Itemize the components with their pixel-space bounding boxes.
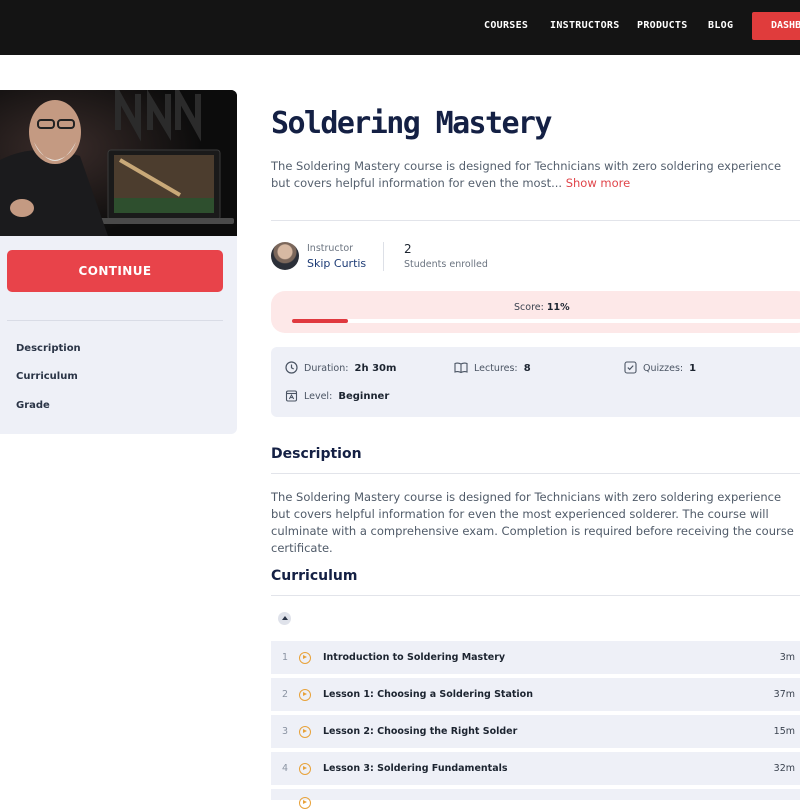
course-title: Soldering Mastery (271, 106, 552, 141)
lesson-duration: 32m (773, 763, 795, 774)
lesson-number: 4 (282, 763, 289, 774)
score-progress-track (292, 319, 800, 323)
nav-link-products[interactable]: PRODUCTS (637, 20, 688, 31)
curriculum-heading: Curriculum (271, 568, 358, 584)
score-text: Score: 11% (514, 302, 570, 313)
curriculum-row-partial[interactable] (271, 789, 800, 809)
book-icon (454, 362, 468, 374)
duration-value: 2h 30m (354, 363, 397, 374)
lesson-title: Introduction to Soldering Mastery (323, 652, 506, 663)
lesson-duration: 15m (773, 726, 795, 737)
lesson-title: Lesson 1: Choosing a Soldering Station (323, 689, 533, 700)
lesson-title: Lesson 3: Soldering Fundamentals (323, 763, 508, 774)
lectures-value: 8 (523, 363, 531, 374)
description-divider (271, 473, 800, 474)
lectures-info: Lectures: 8 (454, 361, 531, 374)
nav-link-courses[interactable]: COURSES (484, 20, 528, 31)
curriculum-row[interactable]: 2 Lesson 1: Choosing a Soldering Station… (271, 678, 800, 711)
instructor-name-link[interactable]: Skip Curtis (307, 257, 366, 270)
lesson-duration: 3m (779, 652, 795, 663)
course-intro: The Soldering Mastery course is designed… (271, 158, 791, 192)
instructor-avatar[interactable] (271, 242, 299, 270)
level-label: Level: (304, 391, 333, 402)
quizzes-value: 1 (689, 363, 697, 374)
enrolled-label: Students enrolled (404, 259, 488, 270)
quizzes-label: Quizzes: (643, 363, 684, 374)
play-circle-icon (299, 763, 311, 775)
curriculum-row[interactable]: 4 Lesson 3: Soldering Fundamentals 32m (271, 752, 800, 785)
dashboard-button[interactable]: DASHBOARD (752, 12, 800, 40)
top-nav-bar: COURSES INSTRUCTORS PRODUCTS BLOG DASHBO… (0, 0, 800, 55)
show-more-link[interactable]: Show more (566, 176, 630, 190)
curriculum-row[interactable]: 1 Introduction to Soldering Mastery 3m (271, 641, 800, 674)
instructor-label: Instructor (307, 243, 354, 254)
meta-separator (383, 242, 384, 271)
collapse-section-button[interactable] (278, 612, 291, 625)
course-intro-text: The Soldering Mastery course is designed… (271, 159, 782, 190)
course-video-thumbnail[interactable] (0, 90, 237, 236)
score-progress-fill (292, 319, 348, 323)
enrolled-count: 2 (404, 242, 412, 256)
header-divider (271, 220, 800, 221)
curriculum-divider (271, 595, 800, 596)
score-label: Score: (514, 302, 544, 313)
nav-link-blog[interactable]: BLOG (708, 20, 733, 31)
level-info: Level: Beginner (285, 389, 389, 402)
lesson-number: 3 (282, 726, 289, 737)
quiz-check-icon (624, 361, 637, 374)
clock-icon (285, 361, 298, 374)
score-panel: Score: 11% (271, 291, 800, 333)
lesson-number: 2 (282, 689, 289, 700)
play-circle-icon (299, 726, 311, 738)
description-heading: Description (271, 446, 362, 462)
duration-info: Duration: 2h 30m (285, 361, 396, 374)
sidebar-item-grade[interactable]: Grade (16, 400, 50, 411)
lesson-duration: 37m (773, 689, 795, 700)
play-circle-icon (299, 652, 311, 664)
lectures-label: Lectures: (474, 363, 518, 374)
quizzes-info: Quizzes: 1 (624, 361, 696, 374)
duration-label: Duration: (304, 363, 349, 374)
curriculum-row[interactable]: 3 Lesson 2: Choosing the Right Solder 15… (271, 715, 800, 748)
score-value: 11% (546, 302, 570, 313)
continue-button[interactable]: CONTINUE (7, 250, 223, 292)
course-sidebar: CONTINUE Description Curriculum Grade (0, 90, 237, 434)
instructor-video-image (0, 90, 237, 236)
level-icon (285, 390, 298, 402)
lesson-number: 1 (282, 652, 289, 663)
nav-link-instructors[interactable]: INSTRUCTORS (550, 20, 620, 31)
play-circle-icon (299, 797, 311, 809)
lesson-title: Lesson 2: Choosing the Right Solder (323, 726, 518, 737)
sidebar-divider (7, 320, 223, 321)
sidebar-item-curriculum[interactable]: Curriculum (16, 371, 78, 382)
play-circle-icon (299, 689, 311, 701)
description-text: The Soldering Mastery course is designed… (271, 490, 794, 555)
sidebar-item-description[interactable]: Description (16, 343, 81, 354)
level-value: Beginner (338, 391, 390, 402)
course-info-panel: Duration: 2h 30m Lectures: 8 Quizzes: 1 … (271, 347, 800, 417)
